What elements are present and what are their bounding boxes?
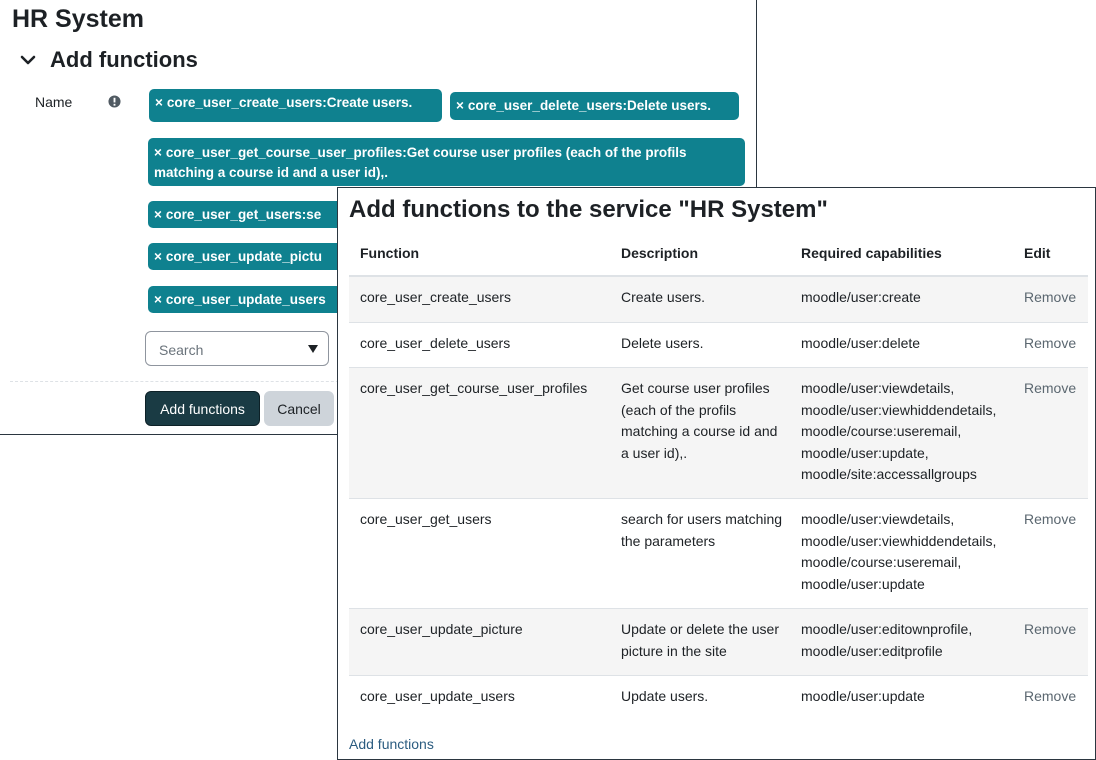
close-icon[interactable]: × [456,98,464,113]
tag-label: core_user_delete_users:Delete users. [467,98,712,113]
table-row: core_user_get_course_user_profiles Get c… [349,368,1088,499]
function-name: core_user_get_users [360,511,492,527]
function-capabilities: moodle/user:create [801,289,921,305]
function-description: Get course user profiles (each of the pr… [621,380,778,461]
selected-function-tag[interactable]: × core_user_get_users:se [148,201,348,228]
function-capabilities: moodle/user:update [801,688,925,704]
selected-function-tag[interactable]: × core_user_create_users:Create users. [149,89,442,122]
section-title: Add functions [50,47,198,72]
chevron-down-icon[interactable] [20,52,36,68]
remove-link[interactable]: Remove [1024,287,1076,309]
function-capabilities: moodle/user:viewdetails, moodle/user:vie… [801,380,997,482]
table-row: core_user_update_picture Update or delet… [349,609,1088,676]
tag-label: core_user_create_users:Create users. [166,95,413,110]
selected-function-tag[interactable]: × core_user_get_course_user_profiles:Get … [148,138,745,186]
table-row: core_user_create_users Create users. moo… [349,277,1088,323]
function-description: Delete users. [621,335,704,351]
remove-link[interactable]: Remove [1024,333,1076,355]
name-label: Name [35,94,73,110]
function-description: Update or delete the user picture in the… [621,621,779,659]
search-input[interactable] [157,340,301,360]
column-header-function: Function [360,245,420,261]
function-name: core_user_update_picture [360,621,523,637]
function-name: core_user_update_users [360,688,515,704]
function-capabilities: moodle/user:delete [801,335,921,351]
info-icon[interactable] [108,95,121,108]
remove-link[interactable]: Remove [1024,686,1076,708]
close-icon[interactable]: × [154,207,162,222]
cancel-button[interactable]: Cancel [264,391,334,426]
function-description: Create users. [621,289,706,305]
close-icon[interactable]: × [154,249,162,264]
add-functions-section-header[interactable]: Add functions [20,47,198,73]
function-name: core_user_create_users [360,289,511,305]
function-description: search for users matching the parameters [621,511,783,549]
remove-link[interactable]: Remove [1024,509,1076,531]
function-capabilities: moodle/user:editownprofile, moodle/user:… [801,621,973,659]
tag-label: core_user_update_users [165,292,326,307]
functions-table: Function Description Required capabiliti… [349,232,1088,721]
column-header-description: Description [621,245,699,261]
table-row: core_user_delete_users Delete users. moo… [349,323,1088,368]
close-icon[interactable]: × [154,145,162,160]
close-icon[interactable]: × [155,95,163,110]
function-name: core_user_get_course_user_profiles [360,380,588,396]
remove-link[interactable]: Remove [1024,619,1076,641]
tag-label: core_user_update_pictu [165,249,322,264]
table-header: Function Description Required capabiliti… [349,232,1088,277]
caret-down-icon[interactable] [307,343,319,355]
add-functions-link[interactable]: Add functions [349,736,434,752]
table-row: core_user_get_users search for users mat… [349,499,1088,609]
selected-function-tag[interactable]: × core_user_delete_users:Delete users. [450,92,739,120]
function-name: core_user_delete_users [360,335,511,351]
function-search-select[interactable] [145,331,329,366]
service-title: HR System [12,5,144,33]
tag-label: core_user_get_users:se [165,207,322,222]
table-row: core_user_update_users Update users. moo… [349,676,1088,721]
panel-title: Add functions to the service "HR System" [349,196,828,223]
column-header-edit: Edit [1024,245,1051,261]
column-header-capabilities: Required capabilities [801,245,942,261]
close-icon[interactable]: × [154,292,162,307]
remove-link[interactable]: Remove [1024,378,1076,400]
function-description: Update users. [621,688,709,704]
service-functions-panel: Add functions to the service "HR System"… [337,187,1096,760]
add-functions-button[interactable]: Add functions [145,391,260,426]
selected-function-tag[interactable]: × core_user_update_pictu [148,243,348,270]
function-capabilities: moodle/user:viewdetails, moodle/user:vie… [801,511,997,592]
tag-label: core_user_get_course_user_profiles:Get c… [154,145,687,180]
selected-function-tag[interactable]: × core_user_update_users [148,286,348,313]
